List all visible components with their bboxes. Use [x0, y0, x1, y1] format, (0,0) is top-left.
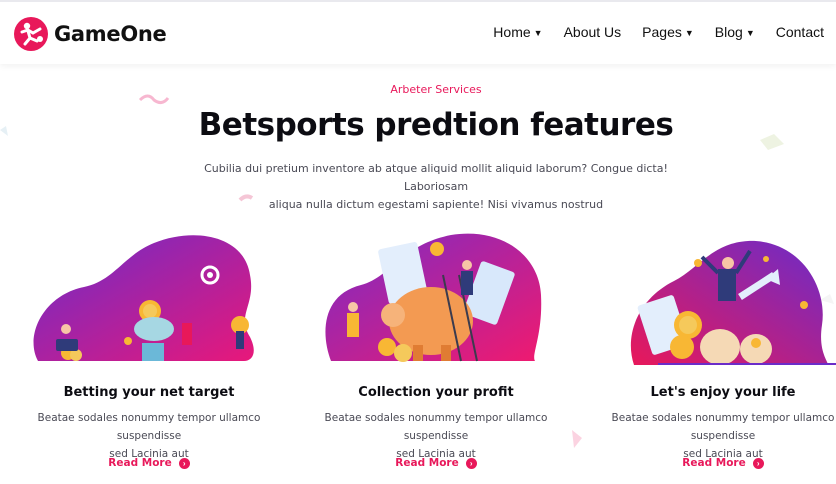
nav-item-about[interactable]: About Us: [564, 24, 622, 40]
lead-line: Cubilia dui pretium inventore ab atque a…: [204, 162, 668, 193]
nav-label: Pages: [642, 24, 682, 40]
main-nav: Home ▼ About Us Pages ▼ Blog ▼ Contact: [493, 24, 824, 40]
read-more-label: Read More: [682, 457, 746, 469]
desc-line: Beatae sodales nonummy tempor ullamco su…: [324, 412, 548, 442]
read-more-link[interactable]: Read More ›: [4, 457, 294, 469]
money-bags-illustration: [630, 240, 836, 365]
nav-label: Contact: [775, 24, 824, 40]
logo[interactable]: GameOne: [14, 17, 167, 51]
nav-label: Home: [493, 24, 531, 40]
feature-desc: Beatae sodales nonummy tempor ullamco su…: [578, 409, 836, 463]
nav-label: About Us: [563, 24, 622, 40]
nav-item-contact[interactable]: Contact: [776, 24, 824, 40]
nav-label: Blog: [714, 24, 743, 40]
logo-icon: [14, 17, 48, 51]
feature-card-enjoy: Let's enjoy your life Beatae sodales non…: [578, 225, 836, 480]
feature-title: Betting your net target: [63, 385, 235, 400]
site-header: GameOne Home ▼ About Us Pages ▼ Blog ▼ C…: [0, 0, 836, 64]
nav-item-blog[interactable]: Blog ▼: [715, 24, 755, 40]
feature-title: Let's enjoy your life: [650, 385, 796, 400]
read-more-link[interactable]: Read More ›: [578, 457, 836, 469]
arrow-right-icon: ›: [752, 457, 764, 469]
read-more-label: Read More: [395, 457, 459, 469]
desc-line: Beatae sodales nonummy tempor ullamco su…: [37, 412, 261, 442]
feature-title: Collection your profit: [358, 385, 514, 400]
feature-card-betting: Betting your net target Beatae sodales n…: [4, 225, 294, 480]
gear-coins-illustration: [33, 235, 254, 361]
lead-line: aliqua nulla dictum egestami sapiente! N…: [268, 198, 604, 211]
feature-desc: Beatae sodales nonummy tempor ullamco su…: [4, 409, 294, 463]
arrow-right-icon: ›: [178, 457, 190, 469]
section-lead: Cubilia dui pretium inventore ab atque a…: [198, 160, 674, 214]
piggy-bank-illustration: [325, 233, 542, 362]
read-more-link[interactable]: Read More ›: [291, 457, 581, 469]
brand-name: GameOne: [54, 22, 167, 46]
section-title: Betsports predtion features: [198, 107, 674, 143]
section-eyebrow: Arbeter Services: [390, 83, 482, 96]
nav-item-home[interactable]: Home ▼: [493, 24, 542, 40]
chevron-down-icon: ▼: [684, 28, 694, 38]
feature-card-collection: Collection your profit Beatae sodales no…: [291, 225, 581, 480]
chevron-down-icon: ▼: [533, 28, 543, 38]
arrow-right-icon: ›: [465, 457, 477, 469]
nav-item-pages[interactable]: Pages ▼: [642, 24, 694, 40]
feature-desc: Beatae sodales nonummy tempor ullamco su…: [291, 409, 581, 463]
read-more-label: Read More: [108, 457, 172, 469]
desc-line: Beatae sodales nonummy tempor ullamco su…: [611, 412, 835, 442]
chevron-down-icon: ▼: [745, 28, 755, 38]
